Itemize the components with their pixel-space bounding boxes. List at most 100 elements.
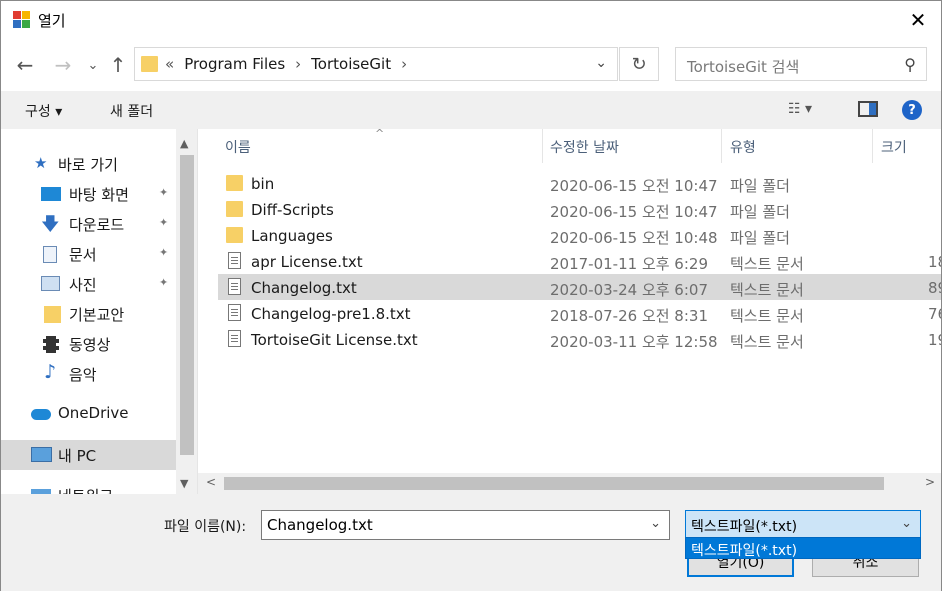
preview-pane-icon[interactable] <box>858 101 878 117</box>
address-dropdown-icon[interactable]: ⌄ <box>595 55 607 71</box>
file-row[interactable]: TortoiseGit License.txt 2020-03-11 오후 12… <box>218 326 941 352</box>
file-date: 2020-06-15 오전 10:47 <box>550 177 718 195</box>
close-button[interactable]: ✕ <box>895 1 941 39</box>
file-type: 텍스트 문서 <box>730 255 804 273</box>
chevron-down-icon[interactable]: ⌄ <box>650 516 661 531</box>
scroll-down-icon[interactable]: ▼ <box>180 477 188 490</box>
file-name: TortoiseGit License.txt <box>251 331 418 349</box>
nav-item-label: 동영상 <box>69 336 111 354</box>
scroll-left-icon[interactable]: < <box>206 475 216 489</box>
help-icon[interactable]: ? <box>902 100 922 120</box>
column-header: ^ 이름 수정한 날짜 유형 크기 <box>198 129 941 163</box>
video-icon <box>43 336 59 353</box>
file-row[interactable]: Diff-Scripts 2020-06-15 오전 10:47 파일 폴더 <box>218 196 941 222</box>
file-type: 파일 폴더 <box>730 229 790 247</box>
window-title: 열기 <box>38 12 66 30</box>
nav-item-onedrive[interactable]: OneDrive <box>1 399 176 429</box>
nav-item-basic-course[interactable]: 기본교안 <box>1 299 176 329</box>
scroll-right-icon[interactable]: > <box>925 475 935 489</box>
breadcrumb-separator[interactable]: › <box>401 55 407 73</box>
file-name: apr License.txt <box>251 253 363 271</box>
column-name[interactable]: 이름 <box>225 137 251 157</box>
folder-icon <box>226 175 243 191</box>
nav-item-downloads[interactable]: 🡇 다운로드 ✦ <box>1 209 176 239</box>
file-name: bin <box>251 175 275 193</box>
file-row-selected[interactable]: Changelog.txt 2020-03-24 오후 6:07 텍스트 문서 … <box>218 274 941 300</box>
file-row[interactable]: Changelog-pre1.8.txt 2018-07-26 오전 8:31 … <box>218 300 941 326</box>
file-date: 2018-07-26 오전 8:31 <box>550 307 708 325</box>
open-file-dialog: 열기 ✕ ← → ⌄ ↑ « Program Files › TortoiseGit ›… <box>0 0 942 591</box>
horizontal-scroll-thumb[interactable] <box>224 477 884 490</box>
search-input[interactable]: TortoiseGit 검색 ⚲ <box>675 47 927 81</box>
column-date-modified[interactable]: 수정한 날짜 <box>550 137 619 157</box>
breadcrumb-tortoisegit[interactable]: TortoiseGit <box>311 55 391 73</box>
file-size: 18 <box>928 253 941 271</box>
filename-input[interactable]: Changelog.txt ⌄ <box>261 510 670 540</box>
nav-item-network[interactable]: 네트워크 <box>1 479 176 494</box>
chevron-down-icon[interactable]: ⌄ <box>901 516 912 531</box>
horizontal-scrollbar[interactable]: < > <box>198 473 941 494</box>
forward-button[interactable]: → <box>51 53 75 77</box>
up-button[interactable]: ↑ <box>106 53 130 77</box>
nav-item-music[interactable]: ♪ 음악 <box>1 359 176 389</box>
file-name: Languages <box>251 227 333 245</box>
nav-item-label: OneDrive <box>58 404 129 422</box>
address-bar[interactable]: « Program Files › TortoiseGit › ⌄ <box>134 47 618 81</box>
file-size: 19 <box>928 331 941 349</box>
file-type-option[interactable]: 텍스트파일(*.txt) <box>691 540 797 560</box>
new-folder-button[interactable]: 새 폴더 <box>110 101 153 121</box>
file-type: 파일 폴더 <box>730 203 790 221</box>
column-type[interactable]: 유형 <box>730 137 756 157</box>
nav-item-pictures[interactable]: 사진 ✦ <box>1 269 176 299</box>
search-icon[interactable]: ⚲ <box>904 55 916 74</box>
file-row[interactable]: apr License.txt 2017-01-11 오후 6:29 텍스트 문… <box>218 248 941 274</box>
file-date: 2020-03-11 오후 12:58 <box>550 333 718 351</box>
file-type: 텍스트 문서 <box>730 333 804 351</box>
breadcrumb-program-files[interactable]: Program Files <box>184 55 285 73</box>
back-button[interactable]: ← <box>13 53 37 77</box>
file-row[interactable]: bin 2020-06-15 오전 10:47 파일 폴더 <box>218 170 941 196</box>
file-date: 2020-06-15 오전 10:48 <box>550 229 718 247</box>
column-divider[interactable] <box>872 129 873 163</box>
pin-icon: ✦ <box>159 246 169 259</box>
nav-item-documents[interactable]: 문서 ✦ <box>1 239 176 269</box>
nav-item-label: 음악 <box>69 366 97 384</box>
breadcrumb-overflow[interactable]: « <box>165 55 174 73</box>
column-size[interactable]: 크기 <box>881 137 907 157</box>
file-type: 텍스트 문서 <box>730 281 804 299</box>
file-row[interactable]: Languages 2020-06-15 오전 10:48 파일 폴더 <box>218 222 941 248</box>
navigation-pane: ★ 바로 가기 바탕 화면 ✦ 🡇 다운로드 ✦ 문서 ✦ 사진 ✦ 기본교안 <box>1 129 197 494</box>
file-type-dropdown-list: 텍스트파일(*.txt) <box>685 537 921 559</box>
nav-pane-scroll-thumb[interactable] <box>180 155 194 455</box>
nav-item-videos[interactable]: 동영상 <box>1 329 176 359</box>
filename-label: 파일 이름(N): <box>164 519 247 535</box>
folder-icon <box>44 306 61 323</box>
text-file-icon <box>228 252 241 269</box>
folder-icon <box>226 201 243 217</box>
file-name: Changelog.txt <box>251 279 357 297</box>
nav-item-quick-access[interactable]: ★ 바로 가기 <box>1 149 176 179</box>
breadcrumb: « Program Files › TortoiseGit › <box>165 55 417 73</box>
view-options-button[interactable]: ☷ ▾ <box>788 101 812 117</box>
file-type-select[interactable]: 텍스트파일(*.txt) ⌄ <box>685 510 921 540</box>
pin-icon: ✦ <box>159 216 169 229</box>
nav-item-label: 바로 가기 <box>58 156 118 174</box>
refresh-button[interactable]: ↻ <box>619 47 659 81</box>
computer-icon <box>31 447 52 462</box>
text-file-icon <box>228 278 241 295</box>
nav-item-label: 내 PC <box>58 447 97 465</box>
desktop-icon <box>41 187 61 201</box>
column-divider[interactable] <box>542 129 543 163</box>
recent-locations-button[interactable]: ⌄ <box>81 53 105 77</box>
nav-item-desktop[interactable]: 바탕 화면 ✦ <box>1 179 176 209</box>
cloud-icon <box>31 409 51 420</box>
search-placeholder: TortoiseGit 검색 <box>687 58 800 76</box>
breadcrumb-separator[interactable]: › <box>295 55 301 73</box>
scroll-up-icon[interactable]: ▲ <box>180 137 188 150</box>
organize-button[interactable]: 구성 ▾ <box>25 101 62 121</box>
file-size: 89 <box>928 279 941 297</box>
download-icon: 🡇 <box>41 214 60 235</box>
column-divider[interactable] <box>721 129 722 163</box>
picture-icon <box>41 276 60 291</box>
nav-item-this-pc[interactable]: 내 PC <box>1 440 176 470</box>
